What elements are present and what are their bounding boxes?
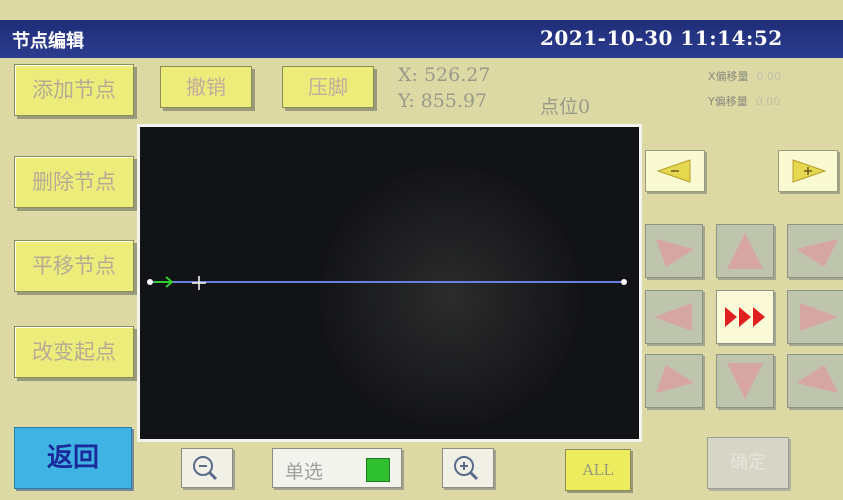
- up-right-arrow-icon: [796, 239, 838, 267]
- zoom-in-button[interactable]: [442, 448, 494, 488]
- datetime-display: 2021-10-30 11:14:52: [540, 26, 783, 50]
- stitch-path-layer: [147, 276, 627, 290]
- down-left-arrow-icon: [656, 365, 694, 393]
- left-arrow-icon: [656, 159, 691, 183]
- title-bar: 节点编辑 2021-10-30 11:14:52: [0, 20, 843, 58]
- move-left-button[interactable]: [645, 290, 703, 344]
- delete-node-button[interactable]: 删除节点: [14, 156, 134, 208]
- down-arrow-icon: [727, 363, 763, 399]
- confirm-button[interactable]: 确定: [707, 437, 789, 489]
- end-node: [621, 279, 627, 285]
- change-start-button[interactable]: 改变起点: [14, 326, 134, 378]
- screen-title: 节点编辑: [12, 31, 84, 52]
- zoom-in-icon: [454, 456, 479, 481]
- x-offset: X偏移量 0.00: [708, 68, 781, 84]
- add-node-button[interactable]: 添加节点: [14, 64, 134, 116]
- left-arrow-icon: [654, 303, 692, 331]
- right-arrow-icon: [800, 303, 838, 331]
- start-node: [147, 279, 153, 285]
- y-offset: Y偏移量 0.00: [708, 93, 780, 109]
- move-up-button[interactable]: [716, 224, 774, 278]
- select-mode-label: 单选: [285, 461, 324, 483]
- up-left-arrow-icon: [656, 239, 694, 267]
- select-all-button[interactable]: ALL: [565, 449, 631, 491]
- zoom-out-icon: [193, 456, 218, 481]
- prev-node-button[interactable]: [645, 150, 705, 192]
- up-arrow-icon: [727, 233, 763, 269]
- x-offset-label: X偏移量: [708, 70, 749, 83]
- y-offset-label: Y偏移量: [708, 95, 748, 108]
- y-offset-value: 0.00: [755, 95, 781, 108]
- zoom-out-button[interactable]: [181, 448, 233, 488]
- point-index: 点位0: [540, 96, 591, 118]
- node-edit-screen: 节点编辑 2021-10-30 11:14:52 添加节点 删除节点 平移节点 …: [0, 0, 843, 500]
- next-node-button[interactable]: [778, 150, 838, 192]
- presser-foot-button[interactable]: 压脚: [282, 66, 374, 108]
- translate-node-button[interactable]: 平移节点: [14, 240, 134, 292]
- x-offset-value: 0.00: [756, 70, 782, 83]
- move-up-right-button[interactable]: [787, 224, 843, 278]
- x-coordinate: X: 526.27: [398, 64, 491, 86]
- move-up-left-button[interactable]: [645, 224, 703, 278]
- direction-arrow-icon: [154, 276, 174, 288]
- y-coordinate: Y: 855.97: [398, 90, 488, 112]
- select-mode-toggle[interactable]: 单选: [272, 448, 402, 488]
- down-right-arrow-icon: [796, 365, 838, 393]
- back-button[interactable]: 返回: [14, 427, 132, 489]
- move-down-left-button[interactable]: [645, 354, 703, 408]
- right-arrow-icon: [792, 159, 827, 183]
- move-speed-button[interactable]: [716, 290, 774, 344]
- select-mode-checkbox[interactable]: [366, 458, 390, 482]
- undo-button[interactable]: 撤销: [160, 66, 252, 108]
- move-right-button[interactable]: [787, 290, 843, 344]
- pattern-canvas[interactable]: [137, 124, 642, 442]
- cursor-crosshair-icon: [192, 276, 206, 290]
- triple-chevron-icon: [725, 307, 765, 327]
- move-down-button[interactable]: [716, 354, 774, 408]
- move-down-right-button[interactable]: [787, 354, 843, 408]
